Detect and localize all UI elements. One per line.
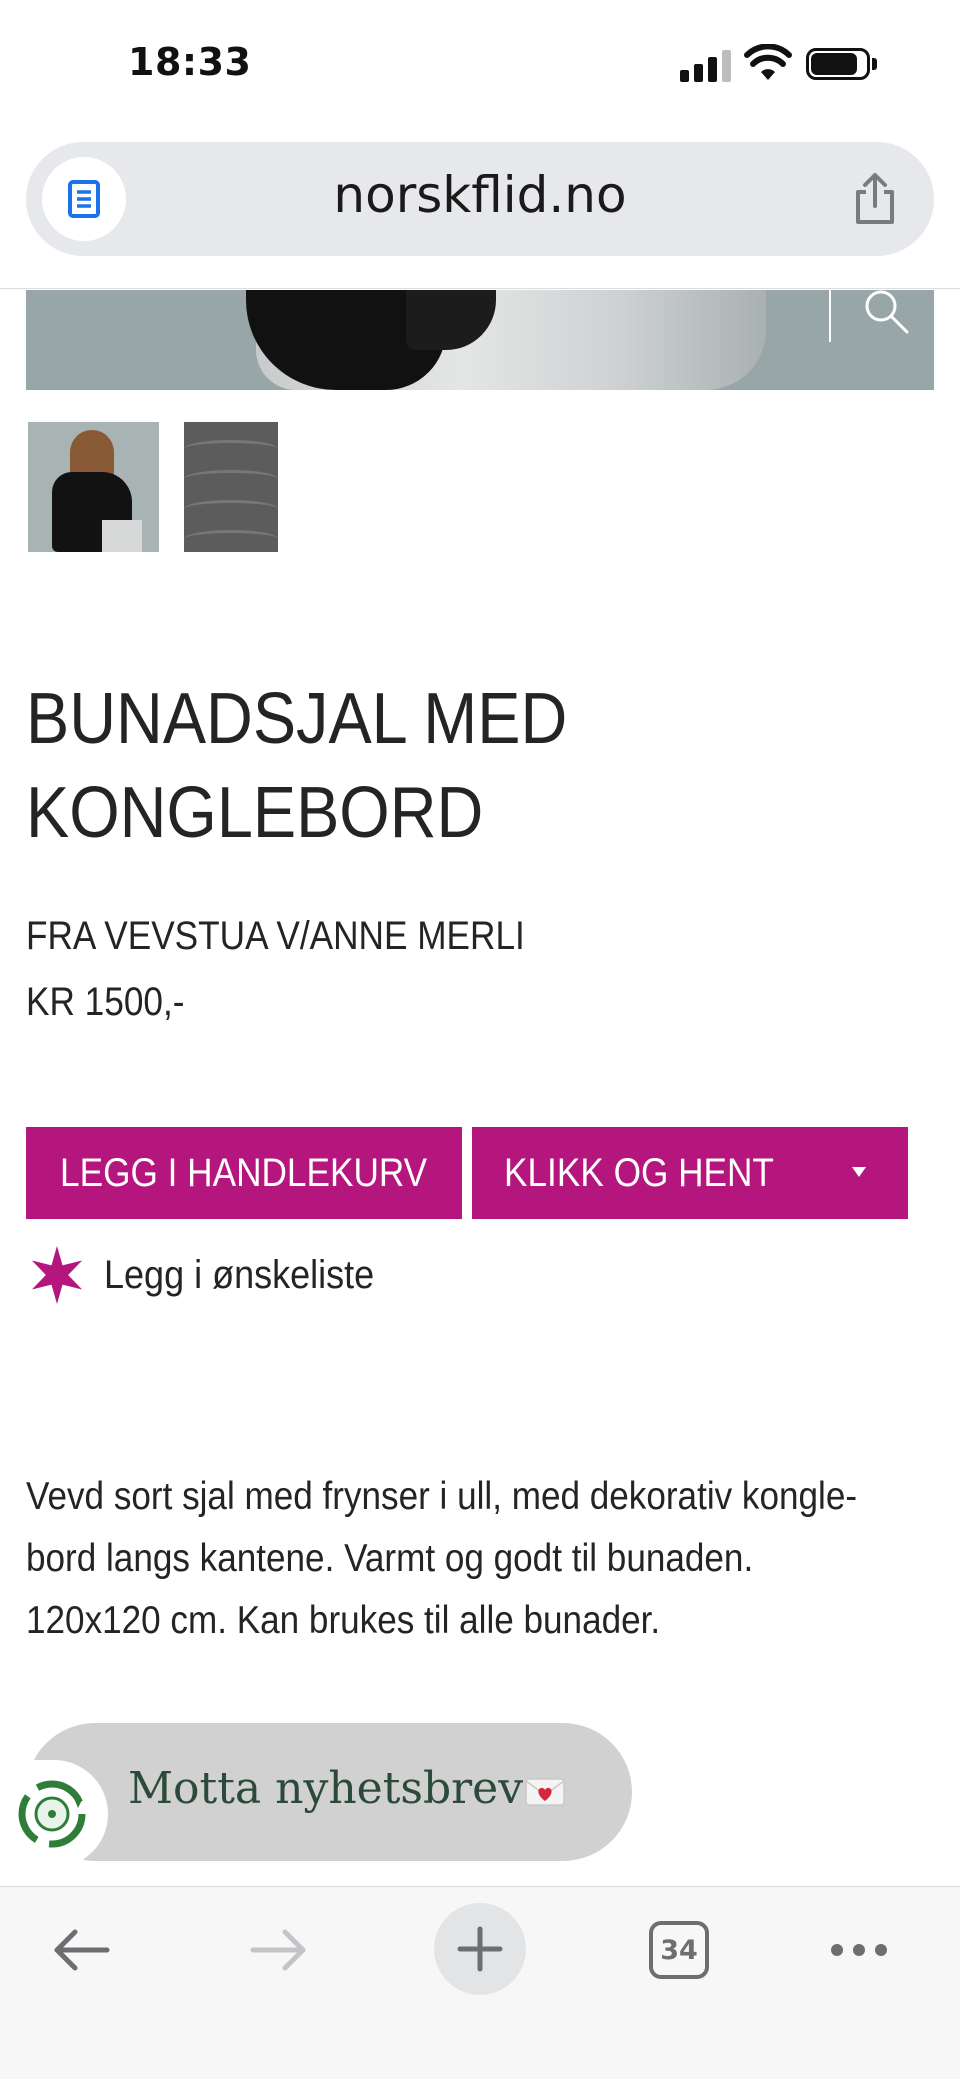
eco-badge[interactable]	[0, 1760, 108, 1868]
back-button[interactable]	[36, 1905, 126, 1995]
product-description: Vevd sort sjal med frynser i ull, med de…	[26, 1475, 858, 1642]
newsletter-label: Motta nyhetsbrev	[128, 1763, 524, 1814]
thumbnail-pattern[interactable]	[184, 422, 278, 552]
share-icon[interactable]	[850, 172, 900, 226]
tabs-button[interactable]: 34	[634, 1905, 724, 1995]
forward-icon	[250, 1929, 306, 1971]
newsletter-banner[interactable]: × Motta nyhetsbrev	[26, 1723, 632, 1861]
chevron-down-icon	[852, 1167, 866, 1177]
status-bar: 18:33	[0, 0, 960, 130]
product-maker: FRA VEVSTUA V/ANNE MERLI	[26, 914, 525, 958]
battery-icon	[806, 48, 877, 80]
click-and-collect-label: KLIKK OG HENT	[504, 1150, 774, 1195]
image-divider	[829, 290, 831, 342]
product-title-line-2: KONGLEBORD	[26, 773, 484, 853]
tab-count: 34	[660, 1934, 698, 1966]
click-and-collect-button[interactable]: KLIKK OG HENT	[472, 1127, 908, 1219]
product-title: BUNADSJAL MED KONGLEBORD	[26, 672, 836, 860]
status-time: 18:33	[128, 40, 252, 84]
more-button[interactable]	[814, 1905, 904, 1995]
forward-button[interactable]	[234, 1905, 324, 1995]
recycle-icon	[18, 1780, 86, 1848]
add-to-cart-label: LEGG I HANDLEKURV	[60, 1150, 428, 1195]
more-icon	[831, 1944, 887, 1956]
plus-icon	[457, 1926, 503, 1972]
search-icon[interactable]	[861, 290, 913, 338]
back-icon	[54, 1929, 110, 1971]
product-title-line-1: BUNADSJAL MED	[26, 679, 568, 759]
product-price: KR 1500,-	[26, 980, 185, 1024]
star-icon	[31, 1246, 83, 1304]
product-main-image[interactable]	[26, 290, 934, 390]
browser-toolbar: 34	[0, 1886, 960, 2079]
add-to-wishlist-link[interactable]: Legg i ønskeliste	[26, 1240, 404, 1310]
wifi-icon	[744, 44, 792, 80]
address-bar[interactable]: norskflid.no	[26, 142, 934, 256]
thumbnail-model[interactable]	[28, 422, 159, 552]
url-text[interactable]: norskflid.no	[26, 166, 934, 224]
divider	[0, 288, 960, 289]
tabs-icon: 34	[649, 1921, 709, 1979]
add-to-cart-button[interactable]: LEGG I HANDLEKURV	[26, 1127, 462, 1219]
signal-icon	[680, 48, 732, 82]
love-letter-icon	[525, 1778, 565, 1806]
wishlist-label: Legg i ønskeliste	[104, 1252, 375, 1297]
new-tab-button[interactable]	[434, 1903, 526, 1995]
